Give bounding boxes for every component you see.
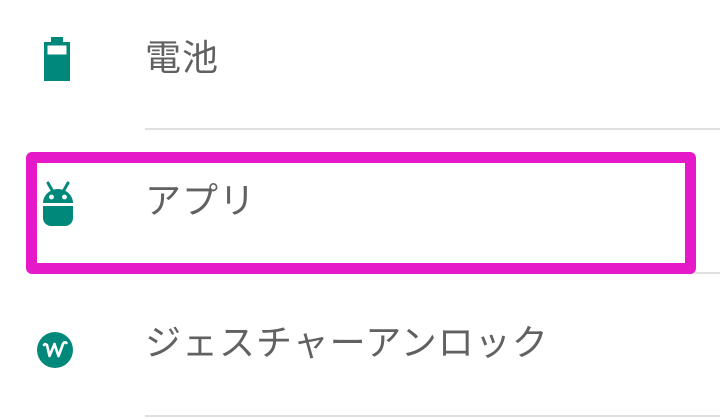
settings-list: 電池 アプリ ジェスチャーアンロック [0,0,720,419]
divider [145,415,720,417]
divider [145,272,720,274]
android-icon [43,181,73,226]
settings-item-apps[interactable]: アプリ [0,142,720,262]
divider [145,128,720,130]
settings-item-label: ジェスチャーアンロック [145,323,549,364]
settings-item-battery[interactable]: 電池 [0,0,720,120]
settings-item-label: アプリ [145,181,257,222]
settings-item-label: 電池 [145,38,220,79]
gesture-w-icon [37,332,73,368]
battery-icon [44,37,70,81]
settings-item-gesture-unlock[interactable]: ジェスチャーアンロック [0,285,720,405]
